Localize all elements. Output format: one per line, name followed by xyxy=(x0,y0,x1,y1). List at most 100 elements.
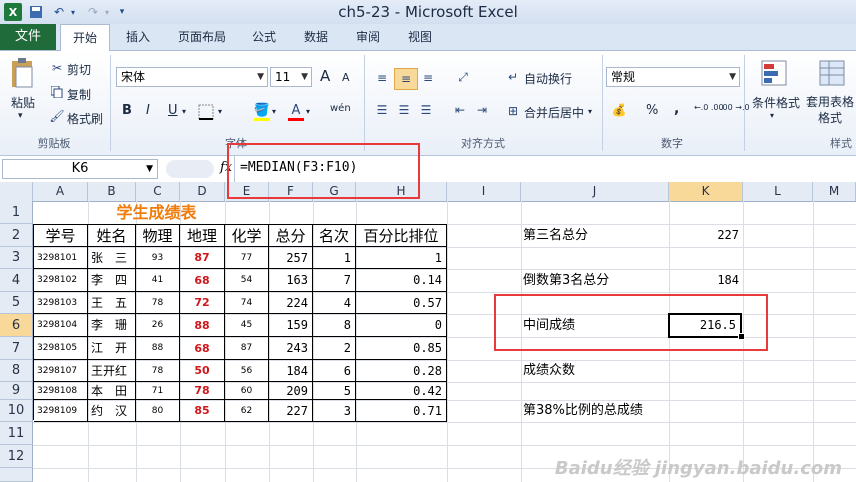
header-geography[interactable]: 地理 xyxy=(180,225,225,247)
cell-total[interactable]: 159 xyxy=(269,314,313,337)
chevron-down-icon[interactable]: ▼ xyxy=(257,68,264,86)
tab-review[interactable]: 审阅 xyxy=(348,24,388,50)
row-header-11[interactable]: 11 xyxy=(0,422,33,445)
cell-chemistry[interactable]: 45 xyxy=(225,314,269,337)
header-chemistry[interactable]: 化学 xyxy=(225,225,269,247)
column-header-c[interactable]: C xyxy=(136,182,180,201)
cell-student-id[interactable]: 3298107 xyxy=(34,360,88,382)
tab-page-layout[interactable]: 页面布局 xyxy=(170,24,234,50)
formula-bar-resize-handle[interactable] xyxy=(166,160,214,178)
row-header-5[interactable]: 5 xyxy=(0,292,33,314)
paste-button[interactable]: 粘贴 xyxy=(11,94,35,111)
cell-total[interactable]: 224 xyxy=(269,292,313,314)
cell-percent-rank[interactable]: 0 xyxy=(356,314,447,337)
chevron-down-icon[interactable]: ▼ xyxy=(301,68,308,86)
row-header-12[interactable]: 12 xyxy=(0,445,33,468)
conditional-formatting-dropdown-icon[interactable]: ▾ xyxy=(770,111,774,120)
cell-physics[interactable]: 41 xyxy=(136,269,180,292)
tab-data[interactable]: 数据 xyxy=(296,24,336,50)
cell-chemistry[interactable]: 60 xyxy=(225,382,269,400)
cell-student-id[interactable]: 3298102 xyxy=(34,269,88,292)
cell-chemistry[interactable]: 62 xyxy=(225,400,269,422)
copy-button[interactable]: 复制 xyxy=(67,86,91,103)
cell-student-id[interactable]: 3298104 xyxy=(34,314,88,337)
cell-student-id[interactable]: 3298101 xyxy=(34,247,88,269)
cell-total[interactable]: 163 xyxy=(269,269,313,292)
cell-geography[interactable]: 87 xyxy=(180,247,225,269)
cell-percent-rank[interactable]: 0.85 xyxy=(356,337,447,360)
cell-geography[interactable]: 68 xyxy=(180,269,225,292)
cell-chemistry[interactable]: 74 xyxy=(225,292,269,314)
cell-name[interactable]: 李 四 xyxy=(88,269,136,292)
column-header-i[interactable]: I xyxy=(447,182,521,201)
font-name-combo[interactable]: 宋体 ▼ xyxy=(116,67,268,87)
cell-chemistry[interactable]: 54 xyxy=(225,269,269,292)
italic-button[interactable]: I xyxy=(146,103,150,118)
align-top-icon[interactable]: ≡ xyxy=(372,69,392,87)
cell-name[interactable]: 江 开 xyxy=(88,337,136,360)
underline-dropdown-icon[interactable]: ▾ xyxy=(182,107,186,116)
cell-geography[interactable]: 50 xyxy=(180,360,225,382)
row-header-10[interactable]: 10 xyxy=(0,400,33,422)
cell-student-id[interactable]: 3298103 xyxy=(34,292,88,314)
cell-physics[interactable]: 78 xyxy=(136,292,180,314)
row-header-1[interactable]: 1 xyxy=(0,201,33,224)
side-label-mode[interactable]: 成绩众数 xyxy=(523,360,669,382)
column-header-j[interactable]: J xyxy=(521,182,669,201)
chevron-down-icon[interactable]: ▼ xyxy=(729,68,736,86)
cell-rank[interactable]: 6 xyxy=(313,360,356,382)
header-name[interactable]: 姓名 xyxy=(88,225,136,247)
cell-geography[interactable]: 88 xyxy=(180,314,225,337)
select-all-corner[interactable] xyxy=(0,182,33,201)
name-box[interactable]: K6 ▼ xyxy=(2,159,158,179)
cell-student-id[interactable]: 3298105 xyxy=(34,337,88,360)
row-header-2[interactable]: 2 xyxy=(0,224,33,247)
number-format-combo[interactable]: 常规 ▼ xyxy=(606,67,740,87)
format-as-table-icon[interactable] xyxy=(816,57,848,89)
format-painter-icon[interactable]: 🖌 xyxy=(49,109,64,123)
cell-geography[interactable]: 72 xyxy=(180,292,225,314)
fill-color-dropdown-icon[interactable]: ▾ xyxy=(272,107,276,116)
cell-rank[interactable]: 8 xyxy=(313,314,356,337)
header-physics[interactable]: 物理 xyxy=(136,225,180,247)
cell-rank[interactable]: 3 xyxy=(313,400,356,422)
decrease-indent-icon[interactable]: ⇤ xyxy=(450,101,470,119)
tab-formulas[interactable]: 公式 xyxy=(244,24,284,50)
cell-rank[interactable]: 7 xyxy=(313,269,356,292)
chevron-down-icon[interactable]: ▼ xyxy=(146,160,153,178)
tab-view[interactable]: 视图 xyxy=(400,24,440,50)
side-label-third-total[interactable]: 第三名总分 xyxy=(523,224,669,247)
wrap-text-button[interactable]: 自动换行 xyxy=(524,70,572,87)
shrink-font-button[interactable]: A xyxy=(342,71,350,84)
cell-rank[interactable]: 4 xyxy=(313,292,356,314)
tab-file[interactable]: 文件 xyxy=(0,24,56,50)
cell-total[interactable]: 184 xyxy=(269,360,313,382)
cell-rank[interactable]: 5 xyxy=(313,382,356,400)
column-header-k[interactable]: K xyxy=(669,182,743,201)
cell-name[interactable]: 王开红 xyxy=(88,360,136,382)
fill-color-icon[interactable]: 🪣 xyxy=(252,101,272,123)
row-header-6[interactable]: 6 xyxy=(0,314,33,337)
column-header-l[interactable]: L xyxy=(743,182,813,201)
conditional-formatting-icon[interactable] xyxy=(758,57,790,89)
font-color-icon[interactable]: A xyxy=(286,101,306,123)
align-left-icon[interactable]: ☰ xyxy=(372,101,392,119)
orientation-icon[interactable]: ⤢ xyxy=(452,67,474,87)
merge-center-icon[interactable]: ⊞ xyxy=(504,101,522,121)
side-value-third-from-last[interactable]: 184 xyxy=(669,269,743,292)
column-header-a[interactable]: A xyxy=(33,182,88,201)
side-label-38-percent[interactable]: 第38%比例的总成绩 xyxy=(523,400,669,422)
align-middle-icon[interactable]: ≡ xyxy=(394,68,418,90)
cell-percent-rank[interactable]: 1 xyxy=(356,247,447,269)
phonetic-guide-button[interactable]: wén xyxy=(330,103,351,114)
header-student-id[interactable]: 学号 xyxy=(34,225,88,247)
cell-chemistry[interactable]: 56 xyxy=(225,360,269,382)
cut-button[interactable]: 剪切 xyxy=(67,61,91,78)
align-right-icon[interactable]: ☰ xyxy=(416,101,436,119)
font-color-dropdown-icon[interactable]: ▾ xyxy=(306,107,310,116)
tab-home[interactable]: 开始 xyxy=(60,24,110,51)
cut-icon[interactable]: ✂ xyxy=(50,61,64,75)
underline-button[interactable]: U xyxy=(168,103,178,118)
wrap-text-icon[interactable]: ↵ xyxy=(504,67,522,87)
sheet-title[interactable]: 学生成绩表 xyxy=(88,201,225,224)
